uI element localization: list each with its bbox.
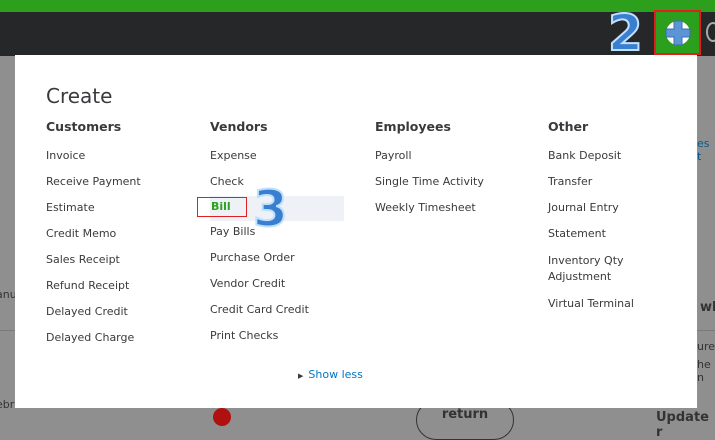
menu-item-virtual-terminal[interactable]: Virtual Terminal bbox=[548, 297, 678, 311]
show-less-label: Show less bbox=[308, 368, 363, 381]
menu-item-delayed-charge[interactable]: Delayed Charge bbox=[46, 331, 176, 345]
menu-title: Create bbox=[46, 84, 113, 108]
bg-text: wh bbox=[700, 300, 715, 315]
column-customers: Customers Invoice Receive Payment Estima… bbox=[46, 119, 176, 357]
caret-right-icon: ▶ bbox=[298, 372, 304, 380]
create-menu-panel: Create Customers Invoice Receive Payment… bbox=[15, 55, 697, 408]
menu-item-bill[interactable]: Bill bbox=[197, 197, 247, 217]
return-label: return bbox=[441, 407, 489, 422]
step-2-annotation: 2 bbox=[607, 4, 644, 62]
menu-item-delayed-credit[interactable]: Delayed Credit bbox=[46, 305, 176, 319]
column-employees: Employees Payroll Single Time Activity W… bbox=[375, 119, 505, 227]
column-heading: Employees bbox=[375, 119, 451, 134]
menu-item-purchase-order[interactable]: Purchase Order bbox=[210, 251, 340, 265]
menu-item-receive-payment[interactable]: Receive Payment bbox=[46, 175, 176, 189]
menu-item-inventory-qty-adjustment[interactable]: Inventory Qty Adjustment bbox=[548, 253, 638, 285]
create-plus-button[interactable] bbox=[654, 10, 701, 55]
step-3-annotation: 3 bbox=[252, 180, 289, 238]
menu-item-transfer[interactable]: Transfer bbox=[548, 175, 678, 189]
bg-text: ebr bbox=[0, 398, 15, 411]
show-less-link[interactable]: ▶ Show less bbox=[298, 368, 363, 381]
menu-item-vendor-credit[interactable]: Vendor Credit bbox=[210, 277, 340, 291]
menu-item-credit-card-credit[interactable]: Credit Card Credit bbox=[210, 303, 340, 317]
menu-item-weekly-timesheet[interactable]: Weekly Timesheet bbox=[375, 201, 505, 215]
menu-item-sales-receipt[interactable]: Sales Receipt bbox=[46, 253, 176, 267]
column-heading: Customers bbox=[46, 119, 122, 134]
column-other: Other Bank Deposit Transfer Journal Entr… bbox=[548, 119, 678, 323]
menu-item-print-checks[interactable]: Print Checks bbox=[210, 329, 340, 343]
bg-text: ure bbox=[697, 340, 715, 353]
menu-item-expense[interactable]: Expense bbox=[210, 149, 340, 163]
bg-text: Update r bbox=[656, 410, 709, 440]
search-icon[interactable] bbox=[706, 22, 715, 42]
plus-icon bbox=[665, 20, 690, 45]
menu-item-bank-deposit[interactable]: Bank Deposit bbox=[548, 149, 678, 163]
menu-item-estimate[interactable]: Estimate bbox=[46, 201, 176, 215]
menu-item-invoice[interactable]: Invoice bbox=[46, 149, 176, 163]
menu-item-journal-entry[interactable]: Journal Entry bbox=[548, 201, 678, 215]
bg-text: he n bbox=[697, 358, 711, 384]
column-heading: Vendors bbox=[210, 119, 268, 134]
menu-item-refund-receipt[interactable]: Refund Receipt bbox=[46, 279, 176, 293]
menu-item-single-time-activity[interactable]: Single Time Activity bbox=[375, 175, 505, 189]
bg-text: es t bbox=[697, 137, 710, 163]
menu-item-credit-memo[interactable]: Credit Memo bbox=[46, 227, 176, 241]
menu-item-statement[interactable]: Statement bbox=[548, 227, 678, 241]
alert-dot bbox=[213, 408, 231, 426]
column-heading: Other bbox=[548, 119, 589, 134]
menu-item-payroll[interactable]: Payroll bbox=[375, 149, 505, 163]
